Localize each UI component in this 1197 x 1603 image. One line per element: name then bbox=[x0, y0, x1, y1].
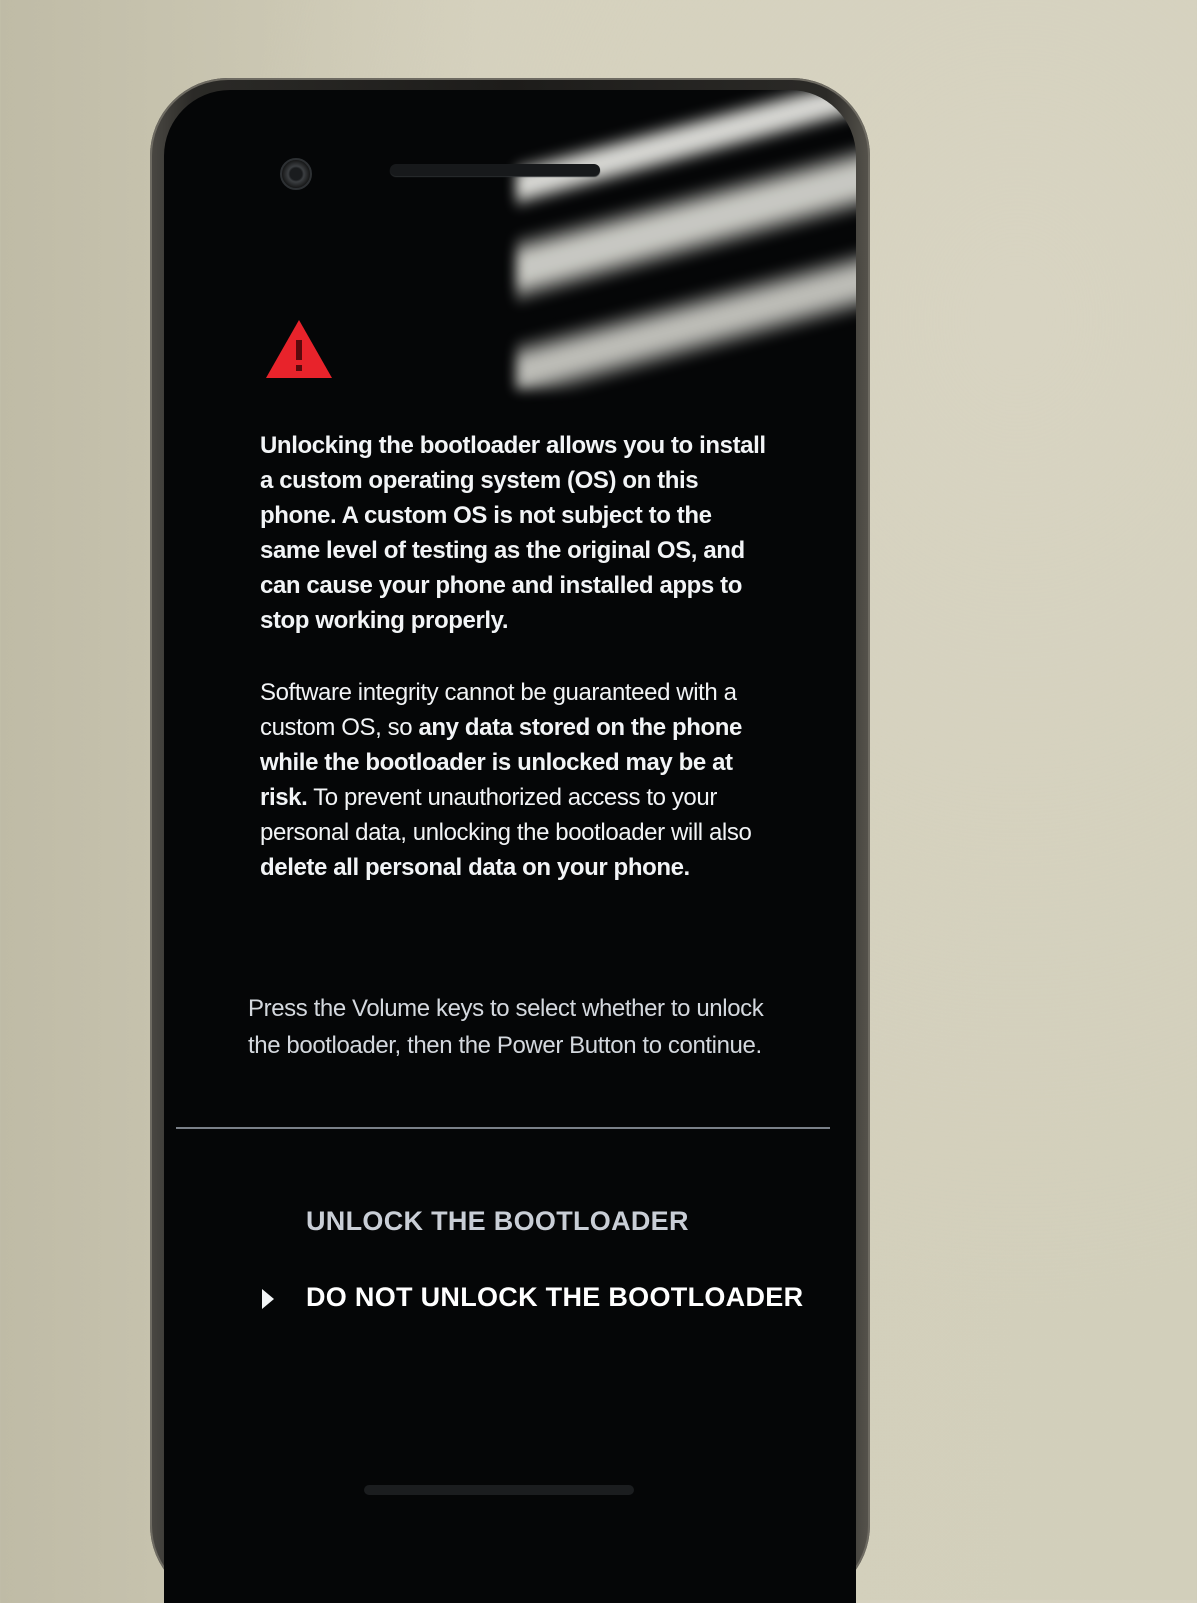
triangle-pointer-icon bbox=[262, 1289, 274, 1309]
bootloader-screen: Unlocking the bootloader allows you to i… bbox=[164, 90, 856, 1603]
phone-device: Unlocking the bootloader allows you to i… bbox=[150, 78, 870, 1603]
instructions-text: Press the Volume keys to select whether … bbox=[248, 995, 764, 1059]
bottom-speaker-grille bbox=[364, 1485, 634, 1495]
earpiece-speaker bbox=[390, 164, 600, 176]
unlock-bootloader-option[interactable]: UNLOCK THE BOOTLOADER bbox=[306, 1206, 689, 1237]
divider bbox=[176, 1127, 830, 1129]
paragraph-2-delete-text: delete all personal data on your phone. bbox=[260, 854, 690, 881]
paragraph-2-text-3: To prevent unauthorized access to your p… bbox=[260, 784, 752, 846]
warning-paragraph-2: Software integrity cannot be guaranteed … bbox=[260, 675, 770, 885]
warning-paragraph-1: Unlocking the bootloader allows you to i… bbox=[260, 432, 766, 634]
warning-triangle-icon bbox=[266, 320, 332, 378]
do-not-unlock-bootloader-option[interactable]: DO NOT UNLOCK THE BOOTLOADER bbox=[306, 1282, 803, 1313]
front-camera bbox=[280, 158, 312, 190]
screen-glare bbox=[516, 90, 856, 390]
